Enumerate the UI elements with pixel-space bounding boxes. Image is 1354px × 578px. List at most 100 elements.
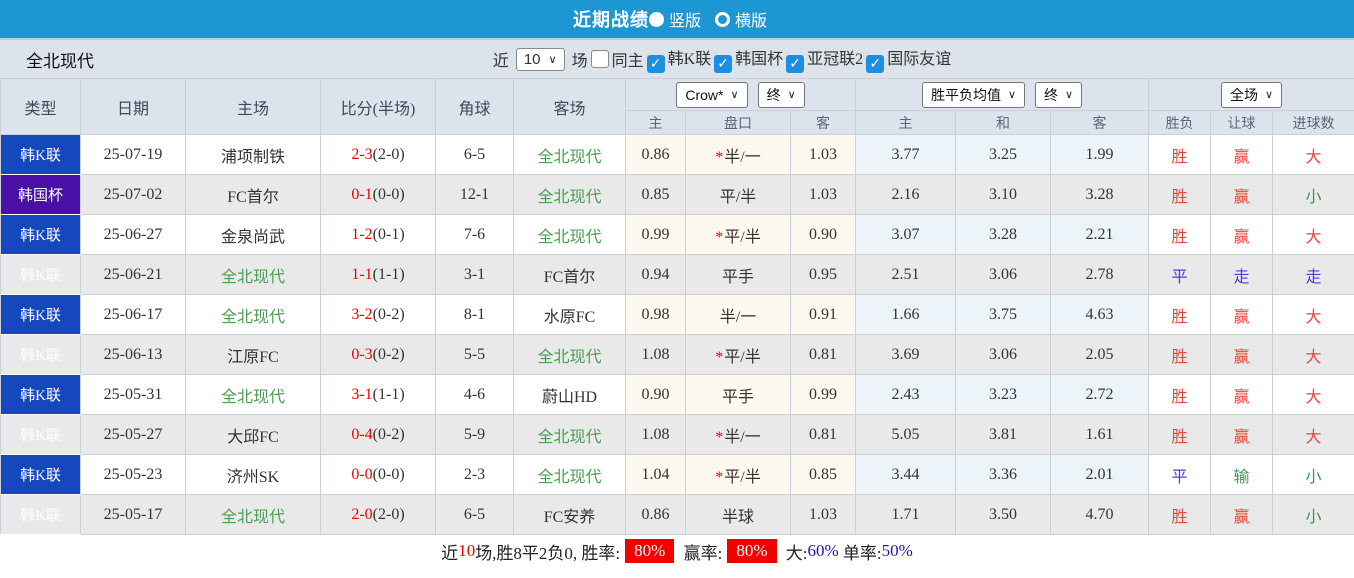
subheader-odds-away: 客 (789, 110, 857, 135)
away-team-cell: 蔚山HD (513, 374, 626, 415)
date-cell: 25-05-23 (80, 454, 186, 495)
mean-draw-cell: 3.10 (955, 174, 1052, 215)
mean-lose-cell: 1.99 (1050, 134, 1150, 175)
same-home-checkbox[interactable] (590, 50, 609, 68)
mean-win-cell: 2.16 (855, 174, 957, 215)
score-cell: 2-3(2-0) (320, 134, 436, 175)
mean-time-select[interactable]: 终 ∨ (1035, 81, 1083, 108)
recent-matches-table: 类型 日期 主场 比分(半场) 角球 客场 Crow* ∨ 终 ∨ 胜平负均值 ∨ 终… (0, 78, 1354, 535)
handicap-result-cell: 赢 (1210, 214, 1274, 255)
layout-option-vertical[interactable]: 竖版 (669, 7, 701, 31)
away-team-cell: 全北现代 (513, 134, 626, 175)
goals-cell: 大 (1272, 134, 1354, 175)
table-body: 韩K联 25-07-19 浦项制铁 2-3(2-0) 6-5 全北现代 0.86 *半/一 1.… (0, 134, 1354, 535)
score-cell: 0-3(0-2) (320, 334, 436, 375)
handicap-result-cell: 赢 (1210, 174, 1274, 215)
mean-draw-cell: 3.06 (955, 334, 1052, 375)
league-checkbox[interactable]: ✓ (646, 55, 665, 73)
mean-lose-cell: 2.21 (1050, 214, 1150, 255)
subheader-goals: 进球数 (1272, 110, 1354, 135)
home-odds-cell: 1.08 (625, 414, 686, 455)
subheader-handicap-result: 让球 (1210, 110, 1274, 135)
same-home-label: 同主 (611, 53, 644, 70)
corner-cell: 5-5 (435, 334, 514, 375)
odds-company-select[interactable]: Crow* ∨ (676, 81, 748, 108)
handicap-result-cell: 赢 (1210, 414, 1274, 455)
odds-time-select[interactable]: 终 ∨ (757, 81, 805, 108)
goals-cell: 走 (1272, 254, 1354, 295)
handicap-cell: 平手 (685, 374, 791, 415)
chevron-down-icon: ∨ (1007, 88, 1017, 101)
result-cell: 平 (1148, 254, 1212, 295)
handicap-cell: 平手 (685, 254, 791, 295)
goals-cell: 大 (1272, 334, 1354, 375)
away-odds-cell: 1.03 (789, 494, 857, 535)
handicap-result-cell: 赢 (1210, 134, 1274, 175)
result-cell: 平 (1148, 454, 1212, 495)
mean-lose-cell: 4.63 (1050, 294, 1150, 335)
result-cell: 胜 (1148, 334, 1212, 375)
league-label: 国际友谊 (887, 51, 952, 68)
home-team-cell: 济州SK (185, 454, 321, 495)
result-cell: 胜 (1148, 494, 1212, 535)
mean-draw-cell: 3.06 (955, 254, 1052, 295)
away-team-cell: 全北现代 (513, 454, 626, 495)
handicap-result-cell: 赢 (1210, 494, 1274, 535)
away-odds-cell: 0.81 (789, 334, 857, 375)
league-checkbox[interactable]: ✓ (866, 55, 885, 73)
date-cell: 25-06-21 (80, 254, 186, 295)
home-team-cell: FC首尔 (185, 174, 321, 215)
header-home: 主场 (185, 78, 321, 135)
handicap-cell: *半/一 (685, 134, 791, 175)
home-odds-cell: 0.86 (625, 134, 686, 175)
league-checkbox[interactable]: ✓ (714, 55, 733, 73)
away-team-cell: FC安养 (513, 494, 626, 535)
league-checkbox[interactable]: ✓ (786, 55, 805, 73)
corner-cell: 6-5 (435, 494, 514, 535)
handicap-result-cell: 赢 (1210, 374, 1274, 415)
summary-text: 近 (441, 543, 459, 563)
date-cell: 25-06-27 (80, 214, 186, 255)
match-row: 韩K联 25-06-13 江原FC 0-3(0-2) 5-5 全北现代 1.08 *平/半 0.… (0, 334, 1354, 375)
filters-group: 近 10 ∨ 场 同主 ✓ 韩K联 ✓ 韩国杯 ✓ 亚冠联2 ✓ 国际友谊 (493, 45, 951, 73)
layout-option-horizontal[interactable]: 横版 (735, 7, 767, 31)
radio-unselected-icon[interactable] (715, 11, 730, 27)
goals-cell: 小 (1272, 174, 1354, 215)
handicap-cell: *平/半 (685, 334, 791, 375)
date-cell: 25-05-27 (80, 414, 186, 455)
subheader-result: 胜负 (1148, 110, 1212, 135)
header-date: 日期 (80, 78, 186, 135)
radio-selected-icon[interactable] (648, 11, 664, 27)
away-odds-cell: 0.95 (789, 254, 857, 295)
handicap-result-cell: 赢 (1210, 294, 1274, 335)
home-odds-cell: 1.04 (625, 454, 686, 495)
match-row: 韩国杯 25-07-02 FC首尔 0-1(0-0) 12-1 全北现代 0.85 平/半 1.… (0, 174, 1354, 215)
mean-lose-cell: 2.01 (1050, 454, 1150, 495)
chevron-down-icon: ∨ (1065, 88, 1074, 101)
scope-select[interactable]: 全场 ∨ (1221, 81, 1283, 108)
header-away: 客场 (513, 78, 626, 135)
league-type-cell: 韩K联 (0, 374, 81, 415)
summary-text: 单率: (838, 543, 882, 563)
league-type-cell: 韩K联 (0, 454, 81, 495)
mean-draw-cell: 3.25 (955, 134, 1052, 175)
mean-draw-cell: 3.23 (955, 374, 1052, 415)
handicap-cell: *平/半 (685, 454, 791, 495)
handicap-result-cell: 走 (1210, 254, 1274, 295)
league-label: 韩国杯 (735, 51, 784, 68)
home-team-cell: 浦项制铁 (185, 134, 321, 175)
recent-count-select[interactable]: 10 ∨ (515, 47, 565, 71)
mean-win-cell: 1.66 (855, 294, 957, 335)
score-cell: 3-2(0-2) (320, 294, 436, 335)
mean-type-select[interactable]: 胜平负均值 ∨ (921, 81, 1026, 108)
summary-percentage: 50% (881, 541, 913, 560)
goals-cell: 大 (1272, 374, 1354, 415)
result-cell: 胜 (1148, 214, 1212, 255)
league-label: 韩K联 (667, 51, 712, 68)
corner-cell: 5-9 (435, 414, 514, 455)
handicap-cell: *半/一 (685, 414, 791, 455)
handicap-cell: 平/半 (685, 174, 791, 215)
league-type-cell: 韩国杯 (0, 174, 81, 215)
date-cell: 25-07-19 (80, 134, 186, 175)
odds-header-group: Crow* ∨ 终 ∨ (624, 78, 857, 111)
